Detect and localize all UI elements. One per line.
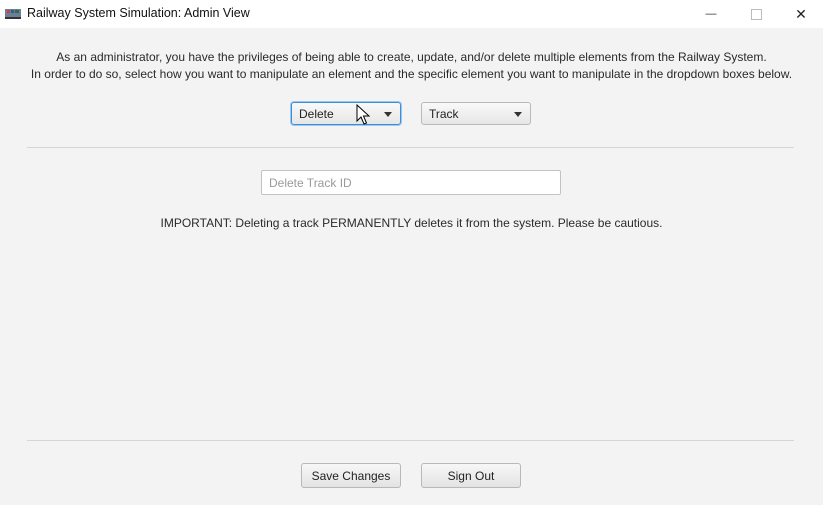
close-icon: ✕: [795, 5, 807, 22]
divider: [27, 147, 794, 148]
maximize-button[interactable]: [733, 0, 779, 28]
element-dropdown[interactable]: Track: [421, 102, 531, 125]
minimize-button[interactable]: —: [688, 0, 734, 28]
intro-line-2: In order to do so, select how you want t…: [30, 67, 793, 81]
save-changes-button[interactable]: Save Changes: [301, 463, 401, 488]
admin-window: Railway System Simulation: Admin View — …: [0, 0, 823, 505]
close-button[interactable]: ✕: [778, 0, 823, 28]
action-dropdown[interactable]: Delete: [291, 102, 401, 125]
mouse-pointer-icon: [356, 104, 370, 125]
warning-text: IMPORTANT: Deleting a track PERMANENTLY …: [160, 216, 663, 230]
chevron-down-icon: [514, 112, 522, 117]
window-title: Railway System Simulation: Admin View: [27, 6, 250, 20]
train-app-icon: [5, 9, 21, 19]
intro-text: As an administrator, you have the privil…: [0, 49, 823, 83]
action-dropdown-value: Delete: [299, 107, 334, 121]
track-id-input[interactable]: [261, 170, 561, 195]
title-bar[interactable]: Railway System Simulation: Admin View — …: [0, 0, 823, 28]
chevron-down-icon: [384, 112, 392, 117]
sign-out-button[interactable]: Sign Out: [421, 463, 521, 488]
intro-line-1: As an administrator, you have the privil…: [56, 50, 767, 64]
minimize-icon: —: [705, 8, 717, 20]
maximize-icon: [750, 8, 762, 20]
divider: [27, 440, 794, 441]
element-dropdown-value: Track: [429, 107, 459, 121]
